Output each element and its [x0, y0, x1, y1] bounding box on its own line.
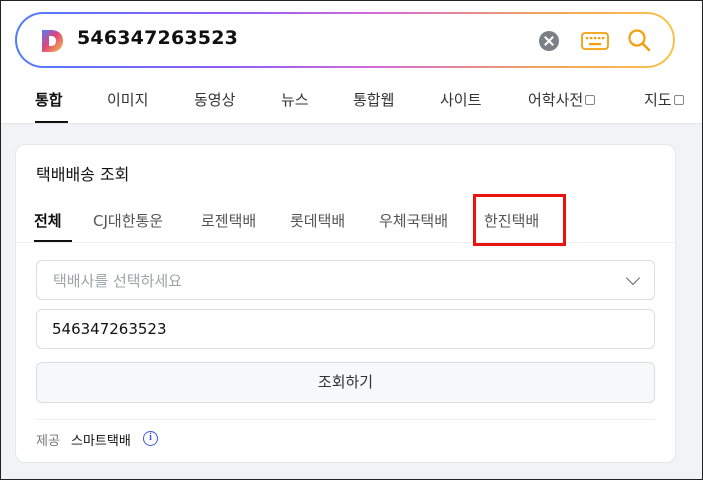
daum-logo-icon[interactable] [39, 28, 65, 54]
tab-map-label: 지도 [644, 91, 672, 109]
carrier-select-placeholder: 택배사를 선택하세요 [53, 272, 182, 290]
card-title: 택배배송 조회 [36, 165, 130, 184]
active-tab-indicator [35, 121, 68, 123]
provider-label: 제공 [36, 434, 60, 449]
external-link-icon [673, 95, 684, 105]
carrier-tab-epost[interactable]: 우체국택배 [379, 210, 448, 231]
carrier-tab-all[interactable]: 전체 [34, 210, 62, 231]
search-bar-inner: 546347263523 [17, 14, 673, 66]
tab-map[interactable]: 지도 [644, 89, 684, 110]
info-icon[interactable]: i [143, 431, 158, 446]
tab-sites[interactable]: 사이트 [440, 89, 481, 110]
provider-name: 스마트택배 [71, 434, 131, 449]
external-link-icon [585, 95, 596, 105]
tracking-number-input[interactable]: 546347263523 [36, 309, 655, 349]
parcel-tracking-card: 택배배송 조회 전체 CJ대한통운 로젠택배 롯데택배 우체국택배 한진택배 택… [15, 144, 676, 463]
tab-images[interactable]: 이미지 [107, 89, 148, 110]
search-bar: 546347263523 [15, 12, 675, 68]
search-query-input[interactable]: 546347263523 [77, 27, 238, 49]
search-tabs: 통합 이미지 동영상 뉴스 통합웹 사이트 어학사전 지도 [1, 83, 702, 123]
clear-query-icon[interactable] [539, 31, 559, 51]
carrier-tabs: 전체 CJ대한통운 로젠택배 롯데택배 우체국택배 한진택배 [16, 203, 675, 243]
carrier-tab-logen[interactable]: 로젠택배 [201, 210, 256, 231]
carrier-tab-cj[interactable]: CJ대한통운 [93, 210, 163, 231]
browser-frame: 546347263523 통합 이미지 동영상 뉴스 통합웹 사이트 어학사전 … [0, 0, 703, 480]
active-carrier-indicator [34, 240, 72, 242]
divider [36, 419, 655, 420]
tab-videos[interactable]: 동영상 [194, 89, 235, 110]
carrier-select[interactable]: 택배사를 선택하세요 [36, 260, 655, 300]
tab-web[interactable]: 통합웹 [353, 89, 394, 110]
carrier-tab-lotte[interactable]: 롯데택배 [290, 210, 345, 231]
tab-dictionary[interactable]: 어학사전 [528, 89, 596, 110]
highlight-box [473, 194, 566, 246]
tab-dictionary-label: 어학사전 [528, 91, 584, 109]
tab-news[interactable]: 뉴스 [281, 89, 309, 110]
search-icon[interactable] [626, 27, 652, 53]
keyboard-icon[interactable] [581, 31, 609, 51]
track-button[interactable]: 조회하기 [36, 362, 655, 403]
chevron-down-icon [625, 270, 641, 286]
search-header: 546347263523 통합 이미지 동영상 뉴스 통합웹 사이트 어학사전 … [1, 1, 702, 124]
tab-integrated[interactable]: 통합 [35, 89, 63, 110]
